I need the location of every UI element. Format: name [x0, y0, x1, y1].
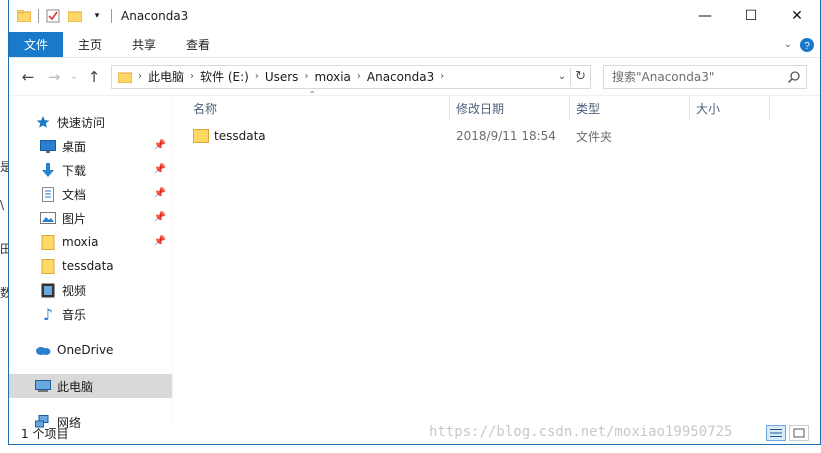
column-header-type[interactable]: 类型 — [570, 96, 690, 120]
close-button[interactable]: ✕ — [774, 1, 820, 31]
nav-onedrive[interactable]: OneDrive — [9, 338, 172, 362]
watermark: https://blog.csdn.net/moxiao19950725 — [429, 424, 733, 440]
minimize-button[interactable]: — — [682, 1, 728, 31]
pin-icon[interactable]: 📌 — [154, 236, 166, 247]
tab-share[interactable]: 共享 — [117, 32, 171, 57]
status-bar: 1 个项目 https://blog.csdn.net/moxiao199507… — [9, 422, 820, 444]
up-arrow-icon[interactable]: ↑ — [81, 64, 107, 90]
chevron-right-icon: › — [138, 71, 142, 82]
nav-label: 音乐 — [62, 307, 87, 322]
file-modified: 2018/9/11 18:54 — [456, 129, 556, 143]
breadcrumb-this-pc[interactable]: 此电脑 — [143, 68, 189, 85]
forward-arrow-icon[interactable]: → — [41, 64, 67, 90]
refresh-icon[interactable]: ↻ — [571, 69, 590, 84]
navigation-bar: ← → ⌄ ↑ › 此电脑 › 软件 (E:) › Users › moxia … — [9, 58, 820, 96]
nav-label: 快速访问 — [57, 115, 106, 130]
nav-label: 桌面 — [62, 139, 87, 154]
background-page: 是 \ 田 数 — [0, 0, 8, 453]
search-placeholder: 搜索"Anaconda3" — [612, 70, 715, 84]
breadcrumb-users[interactable]: Users — [260, 70, 304, 84]
item-count: 1 个项目 — [21, 426, 69, 441]
window-title: Anaconda3 — [121, 9, 189, 23]
computer-icon — [34, 378, 52, 394]
tab-view[interactable]: 查看 — [171, 32, 225, 57]
nav-label: 图片 — [62, 211, 87, 226]
nav-item-desktop[interactable]: 桌面 📌 — [9, 134, 172, 158]
file-list: ⌃ 名称 修改日期 类型 大小 tessdata 2018/9/11 18:54… — [173, 90, 820, 422]
nav-label: 下载 — [62, 163, 87, 178]
folder-icon — [39, 258, 57, 274]
nav-label: 此电脑 — [57, 379, 94, 394]
properties-icon[interactable] — [42, 5, 64, 27]
folder-icon — [39, 234, 57, 250]
breadcrumb-moxia[interactable]: moxia — [309, 70, 355, 84]
address-bar[interactable]: › 此电脑 › 软件 (E:) › Users › moxia › Anacon… — [111, 64, 591, 89]
customize-toolbar-icon[interactable]: ▾ — [86, 5, 108, 27]
sort-ascending-icon: ⌃ — [308, 90, 317, 101]
pin-icon[interactable]: 📌 — [154, 140, 166, 151]
ribbon-tabs: 文件 主页 共享 查看 ⌄ ? — [9, 32, 820, 58]
back-arrow-icon[interactable]: ← — [15, 64, 41, 90]
large-icons-view-icon[interactable] — [789, 425, 809, 441]
folder-icon — [193, 129, 209, 143]
tab-file[interactable]: 文件 — [9, 32, 63, 57]
tab-home[interactable]: 主页 — [63, 32, 117, 57]
nav-label: 文档 — [62, 187, 87, 202]
divider — [111, 9, 112, 23]
chevron-right-icon: › — [440, 71, 445, 82]
table-row[interactable]: tessdata 2018/9/11 18:54 文件夹 — [173, 124, 820, 148]
pin-icon[interactable]: 📌 — [154, 164, 166, 175]
nav-item-downloads[interactable]: 下载 📌 — [9, 158, 172, 182]
search-input[interactable]: 搜索"Anaconda3" — [603, 64, 807, 89]
folder-icon — [13, 5, 35, 27]
divider — [38, 9, 39, 23]
nav-item-pictures[interactable]: 图片 📌 — [9, 206, 172, 230]
video-icon — [39, 282, 57, 298]
new-folder-icon[interactable] — [64, 5, 86, 27]
explorer-window: ▾ Anaconda3 — ☐ ✕ 文件 主页 共享 查看 ⌄ ? ← → ⌄ … — [8, 0, 821, 445]
picture-icon — [39, 210, 57, 226]
nav-label: moxia — [62, 235, 99, 249]
help-icon[interactable]: ? — [800, 32, 814, 57]
music-icon: ♪ — [42, 304, 54, 324]
document-icon — [39, 186, 57, 202]
nav-label: OneDrive — [57, 343, 114, 357]
title-bar: ▾ Anaconda3 — ☐ ✕ — [9, 0, 820, 32]
nav-item-videos[interactable]: 视频 — [9, 278, 172, 302]
column-headers: 名称 修改日期 类型 大小 — [173, 96, 820, 120]
pin-icon[interactable]: 📌 — [154, 188, 166, 199]
nav-quick-access[interactable]: 快速访问 — [9, 110, 172, 134]
nav-label: 视频 — [62, 283, 87, 298]
expand-ribbon-icon[interactable]: ⌄ — [784, 32, 792, 57]
search-icon[interactable] — [788, 70, 800, 83]
maximize-button[interactable]: ☐ — [728, 1, 774, 31]
nav-item-moxia[interactable]: moxia 📌 — [9, 230, 172, 254]
star-icon — [34, 114, 52, 130]
navigation-pane: 快速访问 桌面 📌 下载 📌 文档 📌 图片 📌 moxia 📌 tessdat… — [9, 96, 173, 430]
nav-this-pc[interactable]: 此电脑 — [9, 374, 172, 398]
nav-item-tessdata[interactable]: tessdata — [9, 254, 172, 278]
breadcrumb-drive[interactable]: 软件 (E:) — [195, 68, 254, 85]
folder-icon — [118, 71, 132, 83]
details-view-icon[interactable] — [766, 425, 786, 441]
background-page — [0, 445, 821, 453]
download-icon — [39, 162, 57, 178]
recent-locations-icon[interactable]: ⌄ — [67, 64, 81, 90]
nav-label: tessdata — [62, 259, 114, 273]
file-type: 文件夹 — [576, 129, 613, 144]
content-area: 快速访问 桌面 📌 下载 📌 文档 📌 图片 📌 moxia 📌 tessdat… — [9, 90, 820, 430]
file-name: tessdata — [214, 129, 266, 143]
desktop-icon — [39, 138, 57, 154]
svg-text:?: ? — [804, 41, 810, 52]
pin-icon[interactable]: 📌 — [154, 212, 166, 223]
cloud-icon — [34, 342, 52, 358]
nav-item-music[interactable]: ♪ 音乐 — [9, 302, 172, 326]
column-header-size[interactable]: 大小 — [690, 96, 770, 120]
nav-item-documents[interactable]: 文档 📌 — [9, 182, 172, 206]
breadcrumb-anaconda3[interactable]: Anaconda3 — [362, 70, 439, 84]
column-header-modified[interactable]: 修改日期 — [450, 96, 570, 120]
file-name-cell: tessdata — [173, 124, 450, 148]
file-size — [690, 124, 770, 148]
address-history-icon[interactable]: ⌄ — [554, 71, 570, 82]
